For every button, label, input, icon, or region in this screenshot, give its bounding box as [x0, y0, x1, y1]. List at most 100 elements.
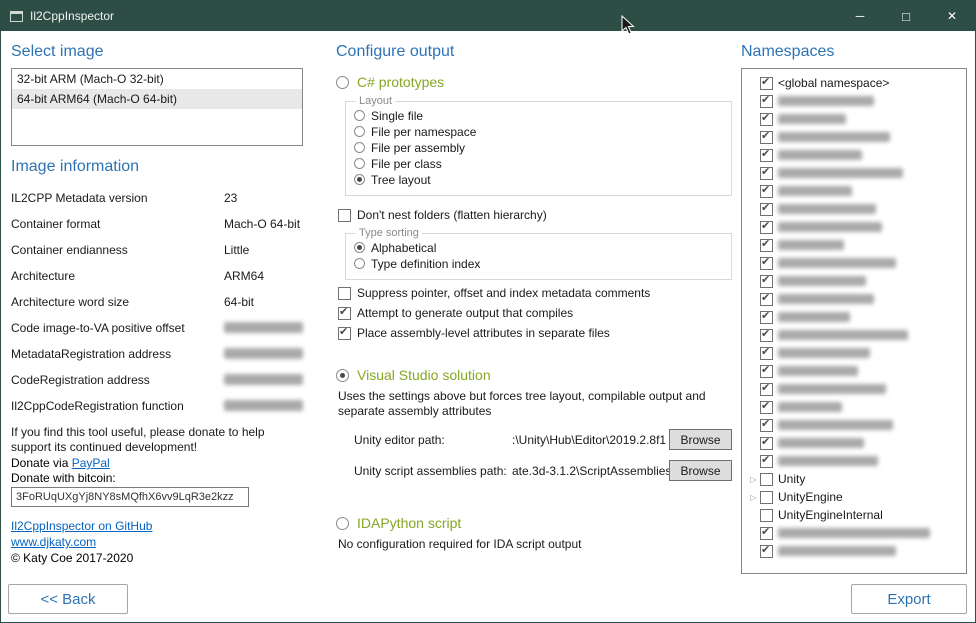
namespace-item[interactable]	[747, 434, 966, 452]
namespace-item[interactable]	[747, 182, 966, 200]
bitcoin-address-input[interactable]	[11, 487, 249, 507]
image-listbox[interactable]: 32-bit ARM (Mach-O 32-bit)64-bit ARM64 (…	[11, 68, 303, 146]
namespace-item[interactable]	[747, 362, 966, 380]
output-checkbox-icon[interactable]	[338, 287, 351, 300]
namespace-item[interactable]	[747, 344, 966, 362]
expander-icon[interactable]: ▷	[747, 493, 760, 502]
namespace-item[interactable]	[747, 218, 966, 236]
maximize-button[interactable]: □	[883, 1, 929, 31]
namespace-checkbox[interactable]	[760, 185, 773, 198]
layout-option[interactable]: Single file	[354, 108, 723, 123]
export-button[interactable]: Export	[851, 584, 967, 614]
namespace-checkbox[interactable]	[760, 275, 773, 288]
namespace-item[interactable]	[747, 128, 966, 146]
unity-script-browse-button[interactable]: Browse	[669, 460, 732, 481]
namespace-item[interactable]	[747, 326, 966, 344]
namespace-item[interactable]: <global namespace>	[747, 74, 966, 92]
idapython-radio-row[interactable]: IDAPython script	[336, 515, 732, 531]
flatten-checkbox-icon[interactable]	[338, 209, 351, 222]
namespace-checkbox[interactable]	[760, 131, 773, 144]
namespace-checkbox[interactable]	[760, 473, 773, 486]
namespace-checkbox[interactable]	[760, 167, 773, 180]
paypal-link[interactable]: PayPal	[72, 456, 110, 470]
namespace-checkbox[interactable]	[760, 383, 773, 396]
namespace-checkbox[interactable]	[760, 203, 773, 216]
layout-option[interactable]: File per namespace	[354, 124, 723, 139]
type-sorting-option[interactable]: Alphabetical	[354, 240, 723, 255]
namespace-checkbox[interactable]	[760, 365, 773, 378]
output-checkbox-row[interactable]: Suppress pointer, offset and index metad…	[338, 286, 732, 300]
layout-radio-icon[interactable]	[354, 142, 365, 153]
back-button[interactable]: << Back	[8, 584, 128, 614]
namespace-item[interactable]	[747, 542, 966, 560]
csharp-prototypes-radio-row[interactable]: C# prototypes	[336, 74, 732, 90]
namespace-item[interactable]: ▷Unity	[747, 470, 966, 488]
minimize-button[interactable]: ─	[837, 1, 883, 31]
namespace-checkbox[interactable]	[760, 311, 773, 324]
namespace-item[interactable]	[747, 164, 966, 182]
namespace-checkbox[interactable]	[760, 221, 773, 234]
namespace-item[interactable]	[747, 308, 966, 326]
image-list-item[interactable]: 64-bit ARM64 (Mach-O 64-bit)	[12, 89, 302, 109]
output-checkbox-row[interactable]: Place assembly-level attributes in separ…	[338, 326, 732, 340]
layout-radio-icon[interactable]	[354, 174, 365, 185]
output-checkbox-row[interactable]: Attempt to generate output that compiles	[338, 306, 732, 320]
namespace-checkbox[interactable]	[760, 455, 773, 468]
namespace-item[interactable]: ▷UnityEngine	[747, 488, 966, 506]
website-link[interactable]: www.djkaty.com	[11, 535, 96, 549]
namespace-checkbox[interactable]	[760, 239, 773, 252]
namespace-checkbox[interactable]	[760, 491, 773, 504]
namespace-item[interactable]	[747, 524, 966, 542]
namespace-item[interactable]	[747, 380, 966, 398]
idapython-radio-icon[interactable]	[336, 517, 349, 530]
namespace-checkbox[interactable]	[760, 509, 773, 522]
vs-solution-radio-row[interactable]: Visual Studio solution	[336, 367, 732, 383]
output-checkbox-icon[interactable]	[338, 327, 351, 340]
namespace-item[interactable]: UnityEngineInternal	[747, 506, 966, 524]
close-button[interactable]: ✕	[929, 1, 975, 31]
namespace-item[interactable]	[747, 110, 966, 128]
namespace-item[interactable]	[747, 146, 966, 164]
image-list-item[interactable]: 32-bit ARM (Mach-O 32-bit)	[12, 69, 302, 89]
type-sorting-option[interactable]: Type definition index	[354, 256, 723, 271]
namespace-item[interactable]	[747, 290, 966, 308]
csharp-prototypes-radio-icon[interactable]	[336, 76, 349, 89]
vs-solution-radio-icon[interactable]	[336, 369, 349, 382]
namespace-checkbox[interactable]	[760, 437, 773, 450]
namespace-checkbox[interactable]	[760, 149, 773, 162]
namespace-item[interactable]	[747, 452, 966, 470]
namespace-checkbox[interactable]	[760, 347, 773, 360]
namespace-checkbox[interactable]	[760, 95, 773, 108]
namespace-checkbox[interactable]	[760, 293, 773, 306]
namespace-item[interactable]	[747, 254, 966, 272]
namespace-tree[interactable]: <global namespace> ▷Unity▷UnityEngineUnit…	[741, 68, 967, 574]
namespace-checkbox[interactable]	[760, 527, 773, 540]
unity-editor-browse-button[interactable]: Browse	[669, 429, 732, 450]
layout-option[interactable]: File per assembly	[354, 140, 723, 155]
titlebar[interactable]: Il2CppInspector ─ □ ✕	[1, 1, 975, 31]
namespace-item[interactable]	[747, 92, 966, 110]
namespace-checkbox[interactable]	[760, 401, 773, 414]
namespace-checkbox[interactable]	[760, 77, 773, 90]
layout-radio-icon[interactable]	[354, 110, 365, 121]
layout-radio-icon[interactable]	[354, 158, 365, 169]
github-link[interactable]: Il2CppInspector on GitHub	[11, 519, 152, 533]
namespace-item[interactable]	[747, 200, 966, 218]
expander-icon[interactable]: ▷	[747, 475, 760, 484]
layout-radio-icon[interactable]	[354, 126, 365, 137]
namespace-checkbox[interactable]	[760, 257, 773, 270]
layout-option[interactable]: Tree layout	[354, 172, 723, 187]
layout-option[interactable]: File per class	[354, 156, 723, 171]
namespace-item[interactable]	[747, 398, 966, 416]
output-checkbox-icon[interactable]	[338, 307, 351, 320]
flatten-checkbox-row[interactable]: Don't nest folders (flatten hierarchy)	[338, 208, 732, 222]
type-sorting-radio-icon[interactable]	[354, 242, 365, 253]
namespace-checkbox[interactable]	[760, 113, 773, 126]
namespace-checkbox[interactable]	[760, 545, 773, 558]
namespace-item[interactable]	[747, 236, 966, 254]
type-sorting-radio-icon[interactable]	[354, 258, 365, 269]
namespace-checkbox[interactable]	[760, 419, 773, 432]
namespace-item[interactable]	[747, 416, 966, 434]
namespace-item[interactable]	[747, 272, 966, 290]
namespace-checkbox[interactable]	[760, 329, 773, 342]
